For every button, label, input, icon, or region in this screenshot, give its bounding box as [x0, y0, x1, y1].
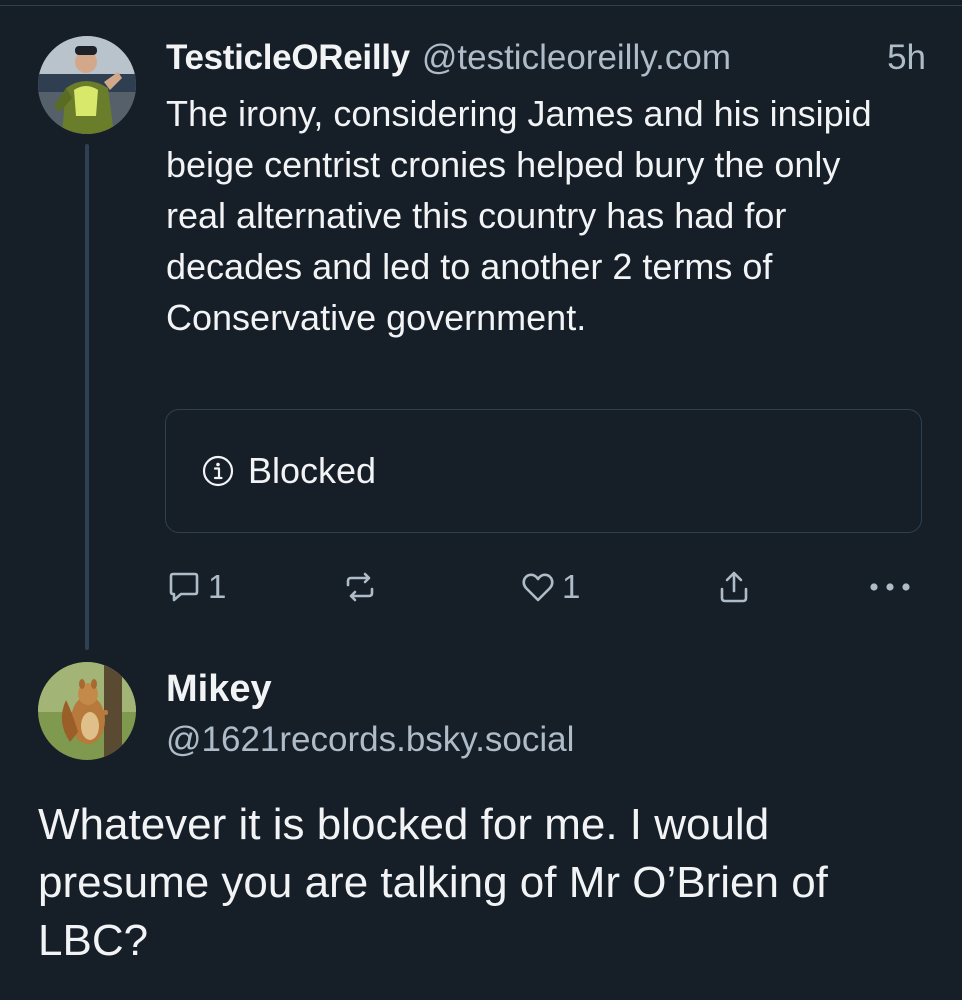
reply-icon: [166, 569, 202, 605]
like-button[interactable]: 1: [520, 562, 580, 612]
share-icon: [716, 569, 752, 605]
top-divider: [0, 5, 962, 6]
share-button[interactable]: [716, 562, 752, 612]
blocked-label: Blocked: [248, 450, 377, 491]
reply-post-text: Whatever it is blocked for me. I would p…: [38, 800, 828, 965]
info-icon: [202, 455, 234, 487]
parent-timestamp[interactable]: 5h: [887, 34, 926, 82]
parent-post-text: The irony, considering James and his ins…: [166, 93, 872, 338]
blocked-embed-card[interactable]: Blocked: [165, 409, 922, 533]
parent-handle[interactable]: @testicleoreilly.com: [422, 34, 731, 82]
reply-display-name[interactable]: Mikey: [166, 664, 272, 714]
repost-icon: [342, 569, 378, 605]
parent-display-name[interactable]: TesticleOReilly: [166, 34, 410, 82]
reply-avatar[interactable]: [38, 662, 136, 760]
reply-count: 1: [208, 568, 227, 605]
post-actions-bar: 1 1: [0, 562, 962, 612]
reply-handle[interactable]: @1621records.bsky.social: [166, 716, 574, 764]
parent-post-header: TesticleOReilly @testicleoreilly.com 5h: [166, 34, 926, 82]
reply-button[interactable]: 1: [166, 562, 226, 612]
heart-icon: [520, 569, 556, 605]
repost-button[interactable]: [342, 562, 378, 612]
like-count: 1: [562, 568, 581, 605]
parent-avatar[interactable]: [38, 36, 136, 134]
more-icon: [868, 581, 912, 593]
more-options-button[interactable]: [868, 562, 912, 612]
